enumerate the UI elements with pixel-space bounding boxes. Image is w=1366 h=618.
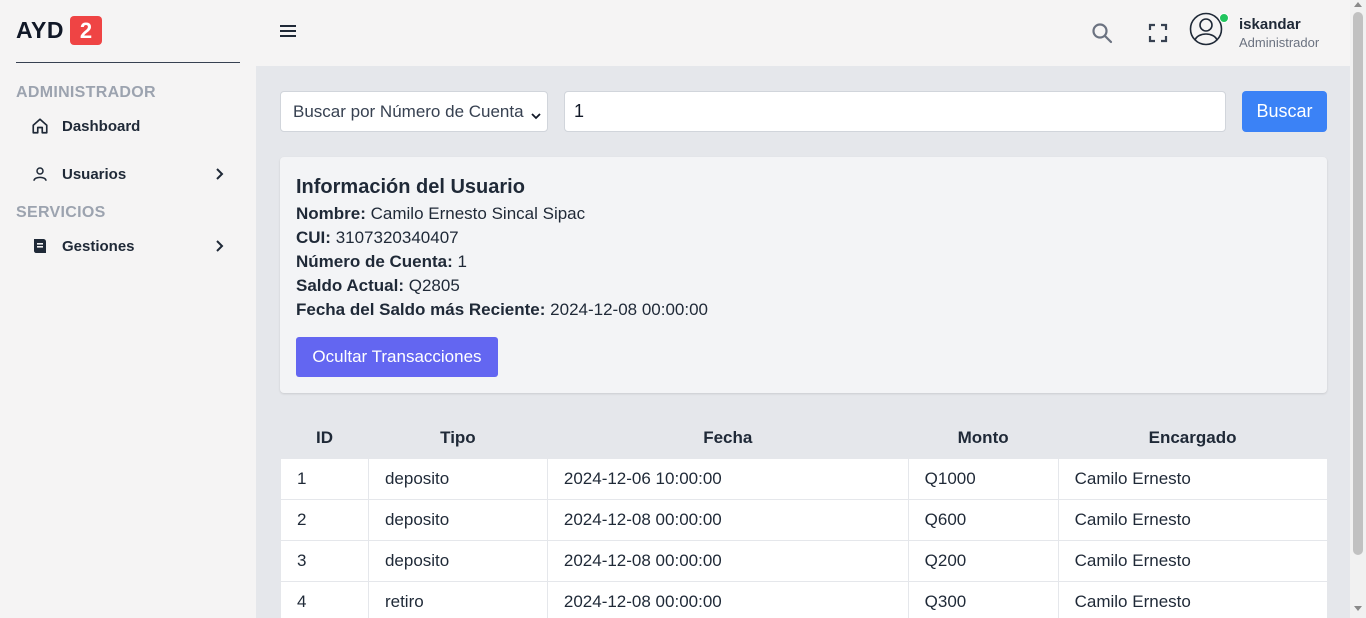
cell-monto: Q300 xyxy=(907,580,1059,618)
cell-id: 1 xyxy=(280,457,369,499)
chevron-right-icon xyxy=(214,168,226,180)
table-row: 1 deposito 2024-12-06 10:00:00 Q1000 Cam… xyxy=(280,457,1327,499)
table-row: 4 retiro 2024-12-08 00:00:00 Q300 Camilo… xyxy=(280,580,1327,618)
page-scrollbar[interactable] xyxy=(1350,0,1366,618)
cell-monto: Q1000 xyxy=(907,457,1059,499)
cell-fecha: 2024-12-08 00:00:00 xyxy=(546,498,909,540)
avatar[interactable] xyxy=(1189,12,1223,46)
user-icon xyxy=(30,164,50,184)
cell-id: 2 xyxy=(280,498,369,540)
transactions-table: ID Tipo Fecha Monto Encargado 1 deposito… xyxy=(280,418,1327,618)
table-header-row: ID Tipo Fecha Monto Encargado xyxy=(280,418,1327,458)
online-status-dot xyxy=(1219,13,1229,23)
cell-encargado: Camilo Ernesto xyxy=(1057,580,1327,618)
info-value: Camilo Ernesto Sincal Sipac xyxy=(370,204,586,223)
hide-transactions-button[interactable]: Ocultar Transacciones xyxy=(296,337,498,377)
chevron-right-icon xyxy=(214,240,226,252)
card-title: Información del Usuario xyxy=(296,176,525,198)
info-label: Saldo Actual: xyxy=(296,276,404,295)
logo-text: AYD xyxy=(16,17,64,43)
info-label: Nombre: xyxy=(296,204,366,223)
cell-encargado: Camilo Ernesto xyxy=(1057,457,1327,499)
column-header-encargado: Encargado xyxy=(1058,418,1327,458)
cell-fecha: 2024-12-08 00:00:00 xyxy=(546,580,909,618)
cell-tipo: deposito xyxy=(367,457,548,499)
search-type-select[interactable]: Buscar por Número de Cuenta xyxy=(280,91,548,132)
section-title-servicios: SERVICIOS xyxy=(16,204,106,221)
user-info-card: Información del Usuario Nombre: Camilo E… xyxy=(280,157,1327,393)
info-value: Q2805 xyxy=(408,276,460,295)
user-name[interactable]: iskandar xyxy=(1239,16,1301,33)
search-select-value: Buscar por Número de Cuenta xyxy=(293,101,524,121)
scroll-down-icon[interactable] xyxy=(1354,606,1362,611)
info-nombre: Nombre: Camilo Ernesto Sincal Sipac xyxy=(296,204,585,224)
table-row: 2 deposito 2024-12-08 00:00:00 Q600 Cami… xyxy=(280,498,1327,540)
cell-tipo: deposito xyxy=(367,498,548,540)
scroll-thumb[interactable] xyxy=(1353,12,1363,555)
column-header-monto: Monto xyxy=(908,418,1059,458)
info-value: 1 xyxy=(457,252,467,271)
fullscreen-icon[interactable] xyxy=(1146,21,1170,45)
search-button[interactable]: Buscar xyxy=(1242,91,1327,132)
sidebar: AYD 2 ADMINISTRADOR Dashboard Usuarios S… xyxy=(0,0,256,618)
sidebar-item-label: Gestiones xyxy=(62,237,135,255)
cell-fecha: 2024-12-06 10:00:00 xyxy=(546,457,909,499)
column-header-id: ID xyxy=(280,418,369,458)
info-value: 3107320340407 xyxy=(335,228,459,247)
section-title-administrador: ADMINISTRADOR xyxy=(16,84,156,101)
cell-monto: Q600 xyxy=(907,498,1059,540)
cell-fecha: 2024-12-08 00:00:00 xyxy=(546,539,909,581)
sidebar-item-dashboard[interactable]: Dashboard xyxy=(30,114,226,138)
sidebar-item-label: Usuarios xyxy=(62,165,127,183)
cell-monto: Q200 xyxy=(907,539,1059,581)
column-header-fecha: Fecha xyxy=(547,418,909,458)
chevron-down-icon xyxy=(531,106,541,120)
info-label: Número de Cuenta: xyxy=(296,252,453,271)
info-cuenta: Número de Cuenta: 1 xyxy=(296,252,467,272)
app-logo[interactable]: AYD 2 xyxy=(16,16,102,45)
cell-encargado: Camilo Ernesto xyxy=(1057,498,1327,540)
info-value: 2024-12-08 00:00:00 xyxy=(550,300,709,319)
sidebar-item-gestiones[interactable]: Gestiones xyxy=(30,234,226,258)
info-saldo: Saldo Actual: Q2805 xyxy=(296,276,460,296)
cell-tipo: retiro xyxy=(367,580,548,618)
home-icon xyxy=(30,116,50,136)
menu-toggle-icon[interactable] xyxy=(280,22,298,42)
info-label: CUI: xyxy=(296,228,331,247)
search-input[interactable]: 1 xyxy=(564,91,1226,132)
logo-badge: 2 xyxy=(69,16,102,45)
table-row: 3 deposito 2024-12-08 00:00:00 Q200 Cami… xyxy=(280,539,1327,581)
top-header: iskandar Administrador xyxy=(256,0,1350,67)
logo-divider xyxy=(16,62,240,63)
cell-id: 4 xyxy=(280,580,369,618)
column-header-tipo: Tipo xyxy=(368,418,548,458)
sidebar-item-usuarios[interactable]: Usuarios xyxy=(30,162,226,186)
database-icon xyxy=(30,236,50,256)
sidebar-item-label: Dashboard xyxy=(62,117,141,135)
user-role: Administrador xyxy=(1239,35,1320,50)
search-icon[interactable] xyxy=(1090,21,1114,45)
info-label: Fecha del Saldo más Reciente: xyxy=(296,300,546,319)
cell-tipo: deposito xyxy=(367,539,548,581)
info-fecha: Fecha del Saldo más Reciente: 2024-12-08… xyxy=(296,300,708,320)
info-cui: CUI: 3107320340407 xyxy=(296,228,459,248)
cell-id: 3 xyxy=(280,539,369,581)
scroll-up-icon[interactable] xyxy=(1354,2,1362,7)
cell-encargado: Camilo Ernesto xyxy=(1057,539,1327,581)
